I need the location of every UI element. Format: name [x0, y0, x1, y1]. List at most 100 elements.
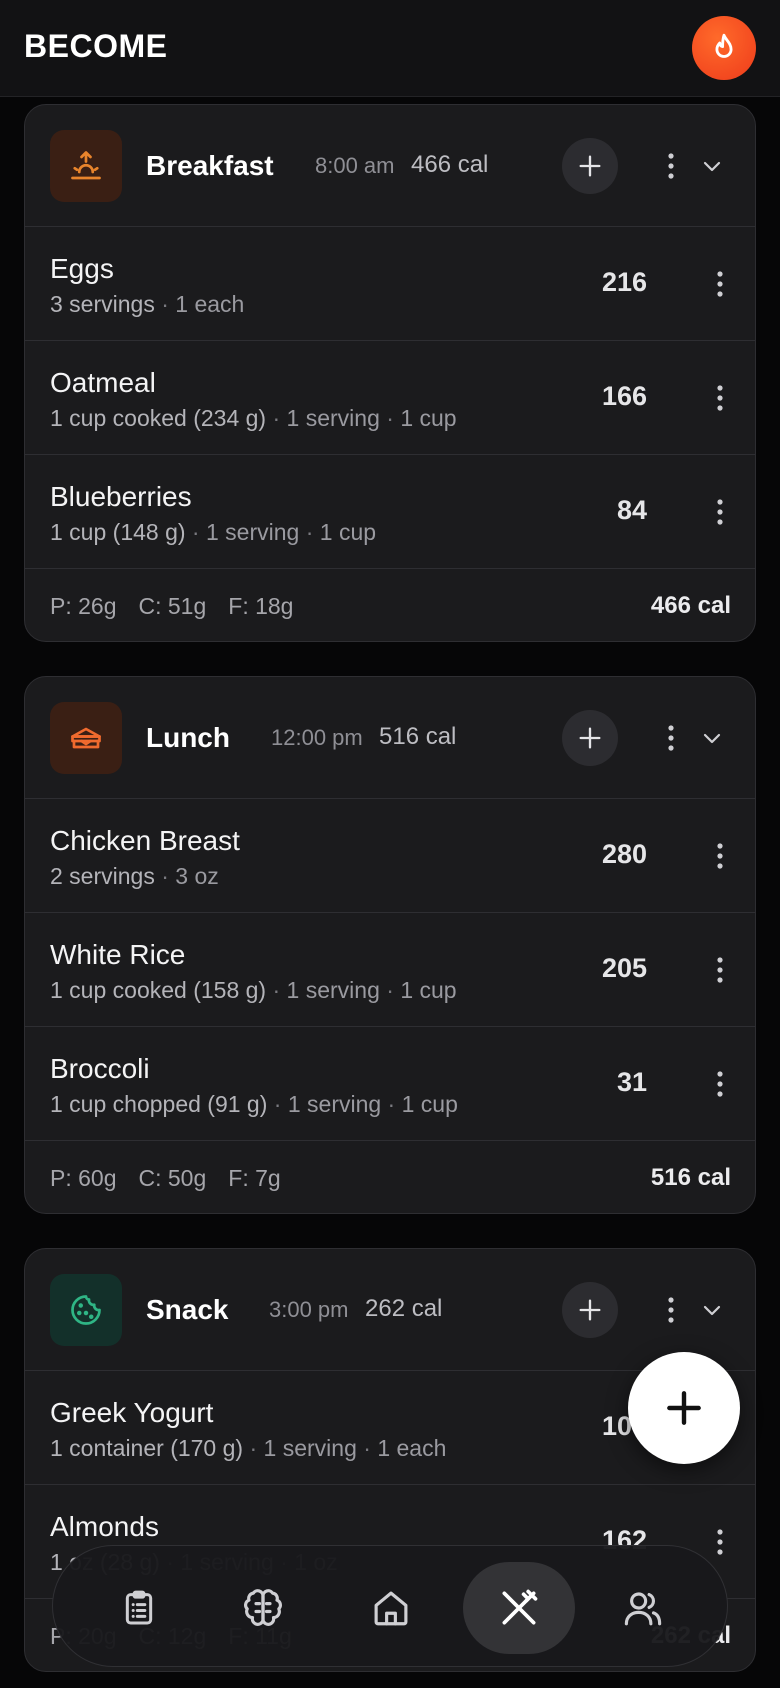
add-to-meal-button[interactable] [562, 138, 618, 194]
food-description: 2 servings · 3 oz [50, 863, 219, 890]
food-menu-button[interactable] [708, 264, 732, 304]
more-vertical-icon [717, 271, 723, 297]
food-desc-part: 1 cup [400, 405, 457, 431]
add-to-meal-button[interactable] [562, 710, 618, 766]
desc-separator: · [356, 1435, 378, 1461]
flame-icon [715, 33, 733, 58]
nav-food[interactable] [463, 1562, 575, 1654]
food-name: White Rice [50, 939, 186, 970]
food-description: 1 cup cooked (158 g) · 1 serving · 1 cup [50, 977, 457, 1004]
food-serving: 1 cup chopped (91 g) [50, 1091, 268, 1117]
meal-time: 12:00 pm [271, 725, 363, 750]
cookie-icon [68, 1292, 104, 1328]
app-title: BECOME [24, 28, 168, 64]
meal-header[interactable]: Snack 3:00 pm 262 cal [25, 1249, 755, 1371]
chevron-down-icon [703, 1305, 721, 1316]
fat-value: F: 18g [228, 593, 294, 619]
food-desc-part: 1 each [175, 291, 245, 317]
meal-header[interactable]: Lunch 12:00 pm 516 cal [25, 677, 755, 799]
meal-total-calories: 466 cal [650, 592, 731, 619]
food-row[interactable]: Oatmeal 1 cup cooked (234 g) · 1 serving… [25, 341, 755, 455]
meal-icon-tile [50, 1274, 122, 1346]
food-serving: 2 servings [50, 863, 155, 889]
collapse-meal-button[interactable] [698, 152, 726, 180]
meal-card-lunch: Lunch 12:00 pm 516 cal Chicken Breast 2 … [24, 676, 756, 1214]
food-row[interactable]: White Rice 1 cup cooked (158 g) · 1 serv… [25, 913, 755, 1027]
food-menu-button[interactable] [708, 378, 732, 418]
more-vertical-icon [717, 499, 723, 525]
home-icon [374, 1591, 408, 1626]
nav-home[interactable] [335, 1562, 447, 1654]
food-calories: 84 [616, 495, 647, 525]
top-bar: BECOME [0, 0, 780, 97]
food-serving: 1 cup (148 g) [50, 519, 186, 545]
food-row[interactable]: Eggs 3 servings · 1 each 216 [25, 227, 755, 341]
macro-summary: P: 26g C: 51g F: 18g [50, 593, 315, 620]
desc-separator: · [299, 519, 320, 545]
meal-time: 8:00 am [315, 153, 395, 178]
users-icon [624, 1592, 662, 1626]
meal-summary: P: 26g C: 51g F: 18g 466 cal [25, 569, 755, 641]
food-menu-button[interactable] [708, 950, 732, 990]
food-desc-part: 1 serving [286, 977, 380, 1003]
food-calories: 31 [616, 1067, 647, 1097]
food-menu-button[interactable] [708, 1522, 732, 1562]
food-serving: 1 cup cooked (158 g) [50, 977, 267, 1003]
sandwich-icon [68, 720, 104, 756]
desc-separator: · [379, 405, 401, 431]
more-vertical-icon [668, 725, 674, 751]
food-serving: 3 servings [50, 291, 155, 317]
food-menu-button[interactable] [708, 836, 732, 876]
more-vertical-icon [668, 153, 674, 179]
sunrise-icon [68, 148, 104, 184]
more-vertical-icon [717, 957, 723, 983]
meal-calories: 262 cal [365, 1295, 443, 1322]
nav-log[interactable] [83, 1562, 195, 1654]
desc-separator: · [381, 1091, 402, 1117]
meal-menu-button[interactable] [659, 1290, 683, 1330]
meal-total-calories: 516 cal [650, 1164, 731, 1191]
protein-value: P: 26g [50, 593, 117, 619]
desc-separator: · [154, 863, 176, 889]
more-vertical-icon [717, 385, 723, 411]
food-menu-button[interactable] [708, 492, 732, 532]
more-vertical-icon [717, 1071, 723, 1097]
food-desc-part: 1 each [377, 1435, 447, 1461]
streak-button[interactable] [692, 16, 756, 80]
desc-separator: · [267, 1091, 288, 1117]
desc-separator: · [185, 519, 206, 545]
food-menu-button[interactable] [708, 1064, 732, 1104]
brain-icon [244, 1589, 282, 1626]
clipboard-icon [125, 1590, 153, 1625]
add-food-button[interactable] [628, 1352, 740, 1464]
food-serving: 1 container (170 g) [50, 1435, 244, 1461]
meal-summary: P: 60g C: 50g F: 7g 516 cal [25, 1141, 755, 1213]
nav-community[interactable] [587, 1562, 699, 1654]
carbs-value: C: 50g [138, 1165, 207, 1191]
plus-icon [667, 1391, 701, 1425]
meal-header[interactable]: Breakfast 8:00 am 466 cal [25, 105, 755, 227]
food-description: 1 container (170 g) · 1 serving · 1 each [50, 1435, 446, 1462]
food-calories: 166 [601, 381, 647, 411]
add-to-meal-button[interactable] [562, 1282, 618, 1338]
collapse-meal-button[interactable] [698, 1296, 726, 1324]
collapse-meal-button[interactable] [698, 724, 726, 752]
food-row[interactable]: Chicken Breast 2 servings · 3 oz 280 [25, 799, 755, 913]
food-description: 1 cup chopped (91 g) · 1 serving · 1 cup [50, 1091, 458, 1118]
food-name: Greek Yogurt [50, 1397, 214, 1428]
meal-menu-button[interactable] [659, 146, 683, 186]
fat-value: F: 7g [228, 1165, 281, 1191]
meal-icon-tile [50, 702, 122, 774]
chevron-down-icon [703, 161, 721, 172]
more-vertical-icon [717, 843, 723, 869]
food-name: Eggs [50, 253, 114, 284]
food-row[interactable]: Blueberries 1 cup (148 g) · 1 serving · … [25, 455, 755, 569]
chevron-down-icon [703, 733, 721, 744]
nav-insights[interactable] [207, 1562, 319, 1654]
meal-menu-button[interactable] [659, 718, 683, 758]
desc-separator: · [243, 1435, 264, 1461]
meal-title: Breakfast [146, 150, 274, 181]
food-row[interactable]: Broccoli 1 cup chopped (91 g) · 1 servin… [25, 1027, 755, 1141]
desc-separator: · [379, 977, 401, 1003]
meal-title: Snack [146, 1294, 229, 1325]
